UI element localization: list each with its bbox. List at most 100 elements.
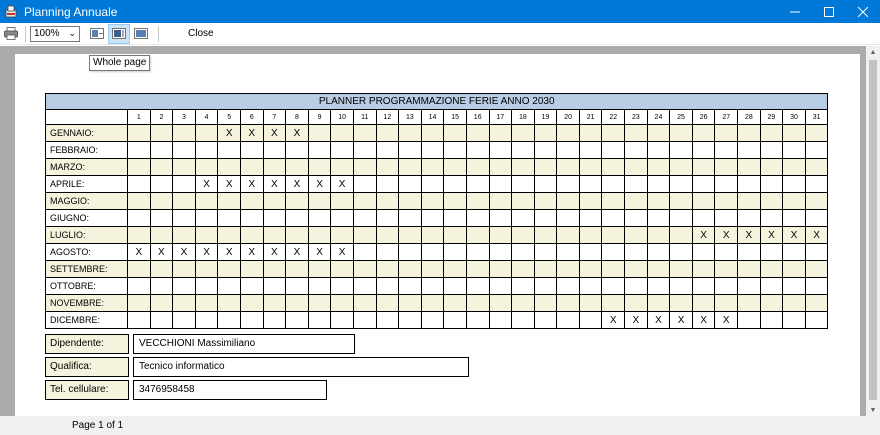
day-number-cell: 26: [691, 109, 716, 125]
day-cell: [420, 141, 445, 159]
month-label: OTTOBRE:: [45, 277, 128, 295]
day-cell: [420, 124, 445, 142]
day-cell: [239, 226, 264, 244]
day-cell: [533, 141, 558, 159]
day-cell: [533, 260, 558, 278]
day-cell: [352, 277, 377, 295]
day-cell: [737, 294, 761, 312]
month-label: FEBBRAIO:: [45, 141, 128, 159]
day-cell: [669, 226, 693, 244]
day-number-cell: 21: [578, 109, 603, 125]
day-cell: [262, 209, 287, 227]
day-cell: [714, 175, 739, 193]
day-cell: [443, 141, 467, 159]
day-cell: [533, 277, 558, 295]
day-cell: X: [127, 243, 151, 261]
day-cell: [398, 311, 422, 329]
day-cell: [511, 124, 535, 142]
day-cell: [149, 294, 174, 312]
day-cell: [465, 243, 490, 261]
day-cell: [398, 209, 422, 227]
day-number-cell: 12: [375, 109, 400, 125]
day-cell: [804, 294, 829, 312]
day-cell: [375, 158, 400, 176]
page-width-button[interactable]: [86, 24, 108, 44]
day-cell: [737, 260, 761, 278]
corner-cell: [45, 109, 128, 125]
day-cell: [443, 192, 467, 210]
day-cell: [285, 277, 309, 295]
day-cell: [465, 175, 490, 193]
month-row: FEBBRAIO:: [45, 141, 829, 159]
employee-value: VECCHIONI Massimiliano: [133, 334, 355, 354]
day-cell: [307, 192, 332, 210]
zoom-dropdown[interactable]: 100% ⌄: [30, 25, 80, 42]
day-cell: X: [149, 243, 174, 261]
day-cell: [488, 311, 513, 329]
phone-value: 3476958458: [133, 380, 327, 400]
scroll-up-icon[interactable]: ▲: [866, 46, 880, 58]
day-cell: [375, 175, 400, 193]
day-cell: [239, 158, 264, 176]
day-cell: [578, 209, 603, 227]
day-cell: [669, 141, 693, 159]
print-button[interactable]: [0, 24, 22, 44]
preview-toolbar: 100% ⌄ Close: [0, 23, 880, 45]
day-cell: [375, 294, 400, 312]
close-window-button[interactable]: [846, 0, 880, 23]
toolbar-separator: [25, 25, 26, 42]
preview-viewport[interactable]: PLANNER PROGRAMMAZIONE FERIE ANNO 2030 1…: [0, 46, 866, 416]
day-cell: [646, 260, 671, 278]
day-cell: X: [330, 243, 354, 261]
day-number-cell: 6: [239, 109, 264, 125]
day-cell: [488, 175, 513, 193]
day-cell: [352, 311, 377, 329]
day-cell: [578, 226, 603, 244]
day-cell: [307, 277, 332, 295]
close-preview-button[interactable]: Close: [182, 28, 220, 39]
day-cell: [149, 124, 174, 142]
day-cell: [556, 192, 580, 210]
day-cell: [285, 209, 309, 227]
maximize-button[interactable]: [812, 0, 846, 23]
day-cell: [624, 192, 648, 210]
scroll-down-icon[interactable]: ▼: [866, 404, 880, 416]
day-cell: [759, 141, 784, 159]
month-row: DICEMBRE: X X X X X X: [45, 311, 829, 329]
minimize-button[interactable]: [778, 0, 812, 23]
two-pages-icon: [134, 28, 148, 39]
scrollbar-thumb[interactable]: [869, 60, 877, 400]
day-cell: [488, 243, 513, 261]
day-cell: [556, 294, 580, 312]
day-cell: [443, 277, 467, 295]
close-icon: [858, 6, 868, 17]
day-cell: [307, 124, 332, 142]
whole-page-button[interactable]: [108, 23, 130, 44]
two-pages-button[interactable]: [130, 24, 152, 44]
day-cell: [601, 192, 626, 210]
day-cell: [285, 260, 309, 278]
day-cell: [194, 277, 219, 295]
day-cell: [352, 141, 377, 159]
day-cell: [443, 124, 467, 142]
day-cell: [782, 175, 806, 193]
day-cell: [488, 294, 513, 312]
day-cell: [285, 141, 309, 159]
day-number-cell: 30: [782, 109, 806, 125]
day-cell: [194, 311, 219, 329]
day-cell: [172, 124, 196, 142]
day-cell: [691, 277, 716, 295]
day-number-cell: 7: [262, 109, 287, 125]
day-cell: [172, 158, 196, 176]
day-cell: [646, 192, 671, 210]
day-cell: [375, 226, 400, 244]
day-cell: [624, 226, 648, 244]
day-cell: [465, 124, 490, 142]
printer-icon: [4, 27, 18, 40]
day-number-cell: 29: [759, 109, 784, 125]
day-cell: [352, 192, 377, 210]
vertical-scrollbar[interactable]: ▲ ▼: [866, 46, 880, 416]
day-cell: [420, 294, 445, 312]
day-cell: [488, 192, 513, 210]
day-cell: [194, 158, 219, 176]
